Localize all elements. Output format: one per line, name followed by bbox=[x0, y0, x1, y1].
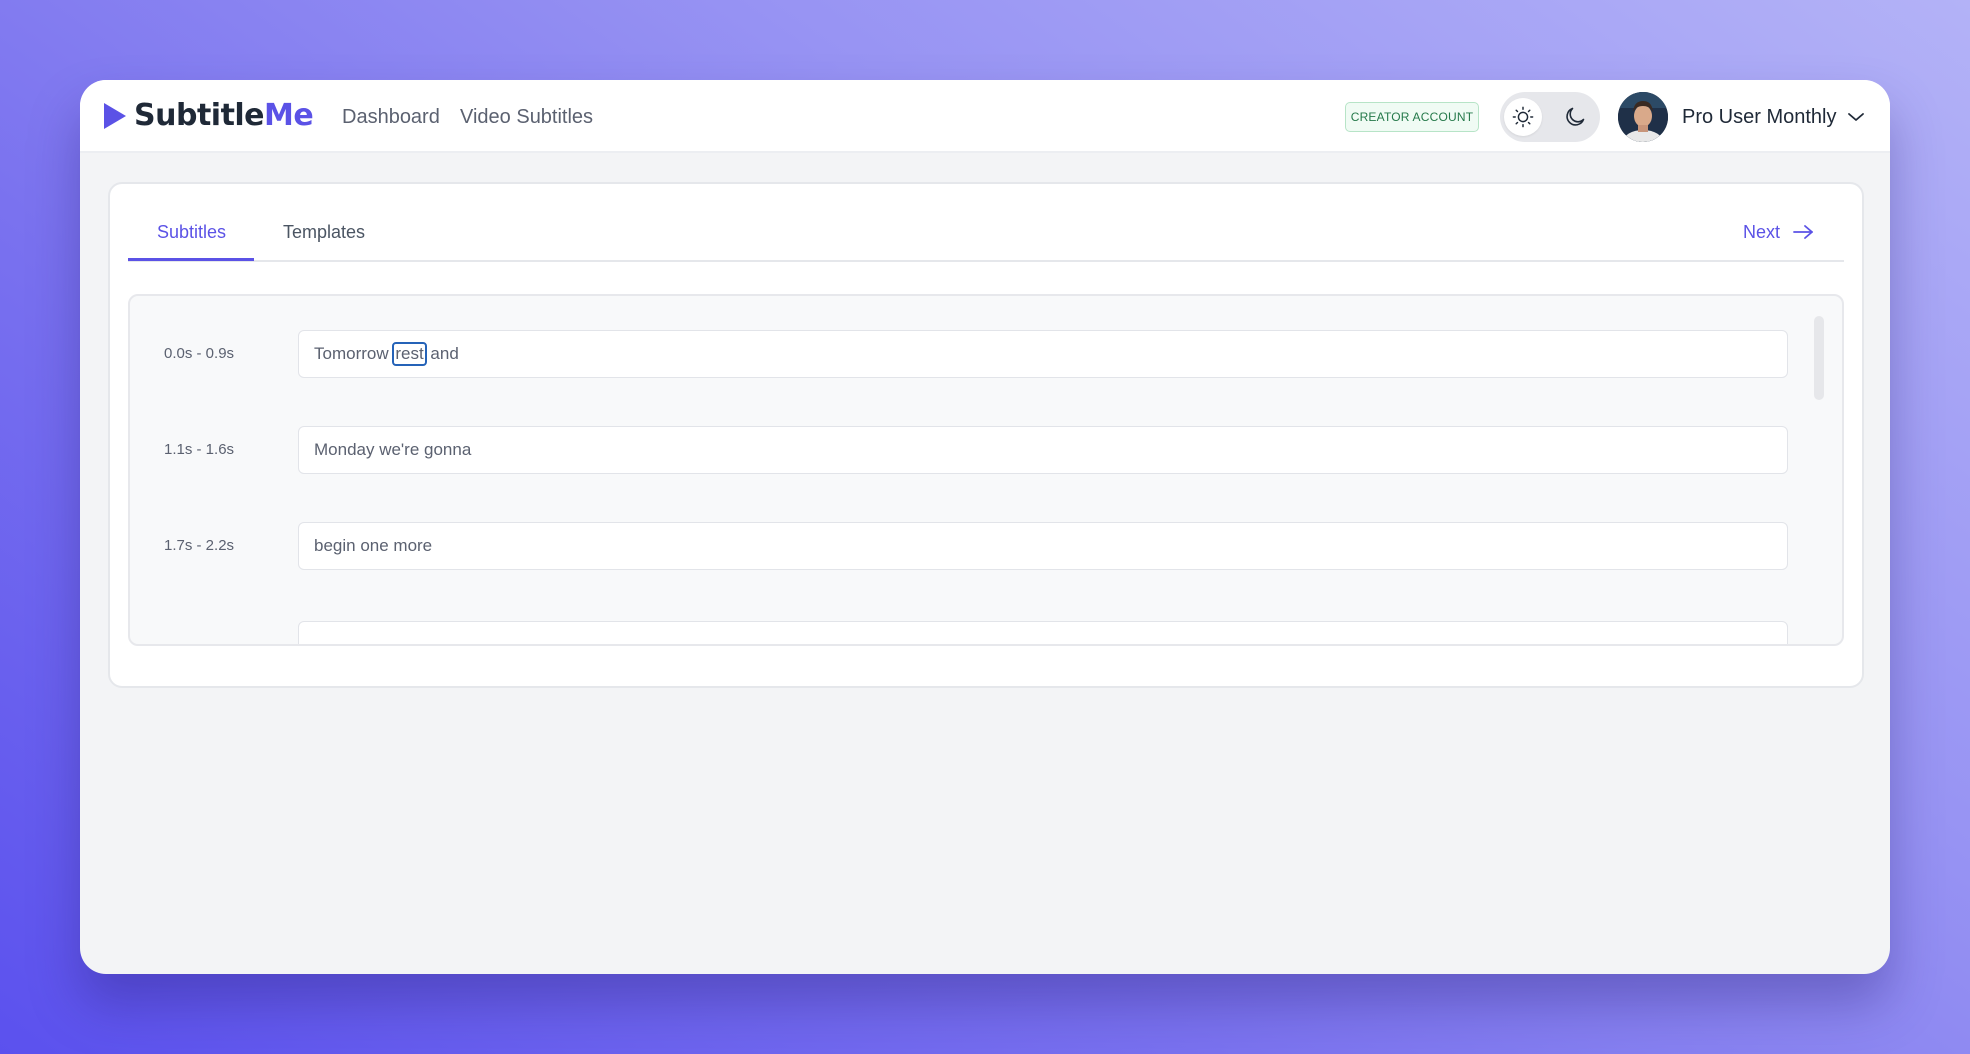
subtitle-list[interactable]: 0.0s - 0.9s Tomorrow rest and 1.1s - 1.6… bbox=[128, 294, 1844, 646]
logo[interactable]: SubtitleMe bbox=[102, 98, 314, 133]
user-name: Pro User Monthly bbox=[1682, 106, 1837, 128]
subtitle-row: 1.1s - 1.6s Monday we're gonna bbox=[130, 426, 1842, 474]
top-navbar: SubtitleMe Dashboard Video Subtitles CRE… bbox=[80, 80, 1890, 153]
avatar-image bbox=[1618, 92, 1668, 142]
theme-toggle[interactable] bbox=[1500, 92, 1600, 142]
user-avatar[interactable] bbox=[1618, 92, 1668, 142]
moon-icon bbox=[1566, 107, 1585, 126]
scrollbar-thumb[interactable] bbox=[1814, 316, 1824, 400]
subtitle-text-input[interactable]: Monday we're gonna bbox=[298, 426, 1788, 474]
user-menu-dropdown[interactable]: Pro User Monthly bbox=[1682, 102, 1865, 132]
subtitle-timestamp: 1.1s - 1.6s bbox=[164, 441, 235, 458]
account-type-badge: CREATOR ACCOUNT bbox=[1345, 102, 1479, 132]
subtitle-row: 0.0s - 0.9s Tomorrow rest and bbox=[130, 330, 1842, 378]
subtitle-text-before: Tomorrow bbox=[314, 344, 394, 363]
nav-link-video-subtitles[interactable]: Video Subtitles bbox=[460, 104, 593, 130]
next-button[interactable]: Next bbox=[1743, 220, 1814, 244]
logo-text-part2: Me bbox=[264, 98, 314, 133]
light-mode-button[interactable] bbox=[1504, 98, 1542, 136]
subtitle-timestamp: 1.7s - 2.2s bbox=[164, 537, 235, 554]
tabs-bar: Subtitles Templates Next bbox=[128, 184, 1844, 262]
active-tab-indicator bbox=[128, 258, 254, 261]
subtitle-text-after: and bbox=[425, 344, 459, 363]
tab-subtitles[interactable]: Subtitles bbox=[157, 220, 226, 244]
subtitle-editor-card: Subtitles Templates Next 0.0s - 0.9s Tom… bbox=[108, 182, 1864, 688]
nav-link-dashboard[interactable]: Dashboard bbox=[342, 104, 440, 130]
sun-icon bbox=[1512, 106, 1534, 128]
subtitle-text-input[interactable]: Tomorrow rest and bbox=[298, 330, 1788, 378]
selected-word[interactable]: rest bbox=[392, 342, 427, 366]
logo-text: SubtitleMe bbox=[134, 98, 314, 133]
subtitle-row: 1.7s - 2.2s begin one more bbox=[130, 522, 1842, 570]
play-logo-icon bbox=[104, 103, 126, 129]
app-window: SubtitleMe Dashboard Video Subtitles CRE… bbox=[80, 80, 1890, 974]
subtitle-text-input-partial[interactable] bbox=[298, 621, 1788, 644]
next-button-label: Next bbox=[1742, 222, 1780, 242]
chevron-down-icon bbox=[1847, 113, 1864, 121]
arrow-right-icon bbox=[1793, 225, 1813, 239]
dark-mode-button[interactable] bbox=[1556, 98, 1594, 136]
logo-text-part1: Subtitle bbox=[134, 98, 265, 133]
subtitle-text-input[interactable]: begin one more bbox=[298, 522, 1788, 570]
tab-templates[interactable]: Templates bbox=[283, 220, 365, 244]
subtitle-timestamp: 0.0s - 0.9s bbox=[164, 345, 235, 362]
